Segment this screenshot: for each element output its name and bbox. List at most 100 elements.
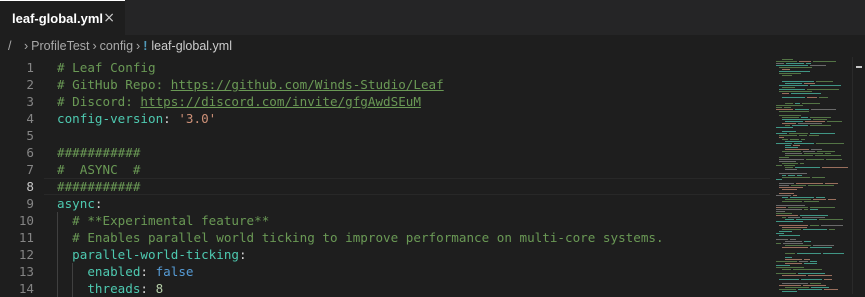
minimap-line (810, 85, 841, 86)
minimap-line (802, 103, 820, 104)
minimap-line (819, 97, 828, 98)
minimap-line (788, 217, 800, 218)
minimap-line (776, 105, 803, 106)
minimap-line (803, 229, 827, 230)
minimap-line (815, 155, 841, 156)
indent-guide (57, 212, 58, 297)
code-line[interactable]: 7 # ASYNC # (0, 161, 770, 178)
minimap-line (791, 185, 806, 186)
minimap-line (810, 207, 835, 208)
minimap-line (776, 233, 784, 234)
minimap-line (791, 93, 821, 94)
indent-guide (72, 263, 74, 297)
code-line[interactable]: 10 # **Experimental feature** (0, 212, 770, 229)
editor-tab-leaf-global[interactable]: leaf-global.yml × (0, 0, 125, 35)
code-line[interactable]: 12 parallel-world-ticking: (0, 246, 770, 263)
minimap-line (817, 151, 835, 152)
minimap-line (782, 151, 801, 152)
code-line[interactable]: 14 threads: 8 (0, 280, 770, 297)
breadcrumb-root[interactable]: / (8, 39, 11, 53)
minimap-line (785, 155, 813, 156)
minimap-line (801, 117, 808, 118)
minimap-line (798, 273, 825, 274)
minimap-line (779, 235, 800, 236)
code-line[interactable]: 5 (0, 127, 770, 144)
code-line[interactable]: 6 ########### (0, 144, 770, 161)
code-line[interactable]: 3 # Discord: https://discord.com/invite/g… (0, 93, 770, 110)
code-line[interactable]: 8 ########### (0, 178, 770, 195)
code-link[interactable]: https://discord.com/invite/gfgAwdSEuM (140, 94, 421, 109)
minimap-line (796, 183, 823, 184)
minimap-line (823, 253, 844, 254)
minimap-line (799, 261, 808, 262)
code-text: parallel-world-ticking: (57, 246, 247, 263)
minimap-line (804, 209, 808, 210)
code-text: enabled: false (57, 263, 194, 280)
vertical-scrollbar[interactable] (852, 57, 865, 294)
breadcrumb-item-current-file[interactable]: leaf-global.yml (151, 39, 232, 53)
minimap[interactable] (772, 57, 852, 294)
code-line[interactable]: 11 # Enables parallel world ticking to i… (0, 229, 770, 246)
minimap-line (804, 259, 810, 260)
minimap-line (779, 85, 808, 86)
minimap-line (811, 149, 822, 150)
minimap-line (779, 89, 805, 90)
breadcrumb-item-profiletest[interactable]: ProfileTest (31, 39, 89, 53)
code-line[interactable]: 4 config-version: '3.0' (0, 110, 770, 127)
line-number: 11 (18, 230, 34, 245)
code-line[interactable]: 1 # Leaf Config (0, 59, 770, 76)
minimap-line (782, 177, 810, 178)
minimap-line (785, 125, 790, 126)
minimap-line (776, 209, 802, 210)
minimap-line (776, 179, 782, 180)
minimap-line (782, 275, 806, 276)
minimap-line (779, 193, 794, 194)
code-editor[interactable]: 1 # Leaf Config 2 # GitHub Repo: https://gi… (0, 57, 865, 297)
minimap-line (779, 111, 809, 112)
code-token: false (155, 264, 194, 279)
line-number: 5 (26, 128, 34, 143)
minimap-line (803, 285, 826, 286)
minimap-line (785, 287, 809, 288)
minimap-line (779, 225, 808, 226)
code-token: : (163, 111, 179, 126)
minimap-line (776, 261, 797, 262)
minimap-line (785, 147, 798, 148)
breadcrumb-item-config[interactable]: config (100, 39, 133, 53)
minimap-line (776, 165, 782, 166)
minimap-line (782, 131, 796, 132)
close-icon[interactable]: × (103, 10, 115, 26)
minimap-line (776, 63, 784, 64)
minimap-line (785, 83, 802, 84)
code-line[interactable]: 2 # GitHub Repo: https://github.com/Winds… (0, 76, 770, 93)
minimap-line (779, 135, 797, 136)
minimap-line (779, 157, 789, 158)
minimap-line (804, 241, 811, 242)
code-token: : (140, 264, 156, 279)
code-token: : (238, 247, 247, 262)
minimap-line (782, 97, 805, 98)
minimap-line (782, 227, 807, 228)
code-token: # Enables parallel world ticking to impr… (72, 230, 664, 245)
code-token: : (94, 196, 103, 211)
code-token: '3.0' (178, 111, 217, 126)
minimap-line (782, 75, 792, 76)
minimap-line (779, 161, 796, 162)
minimap-line (810, 117, 831, 118)
minimap-line (797, 175, 802, 176)
minimap-line (785, 141, 802, 142)
minimap-line (776, 133, 787, 134)
minimap-line (799, 61, 811, 62)
code-line[interactable]: 13 enabled: false (0, 263, 770, 280)
minimap-line (809, 135, 819, 136)
minimap-line (784, 165, 795, 166)
code-link[interactable]: https://github.com/Winds-Studio/Leaf (171, 77, 444, 92)
minimap-line (790, 197, 814, 198)
minimap-line (816, 143, 844, 144)
code-line[interactable]: 9 async: (0, 195, 770, 212)
minimap-line (782, 81, 814, 82)
minimap-line (806, 63, 811, 64)
minimap-line (813, 119, 827, 120)
minimap-line (782, 175, 786, 176)
